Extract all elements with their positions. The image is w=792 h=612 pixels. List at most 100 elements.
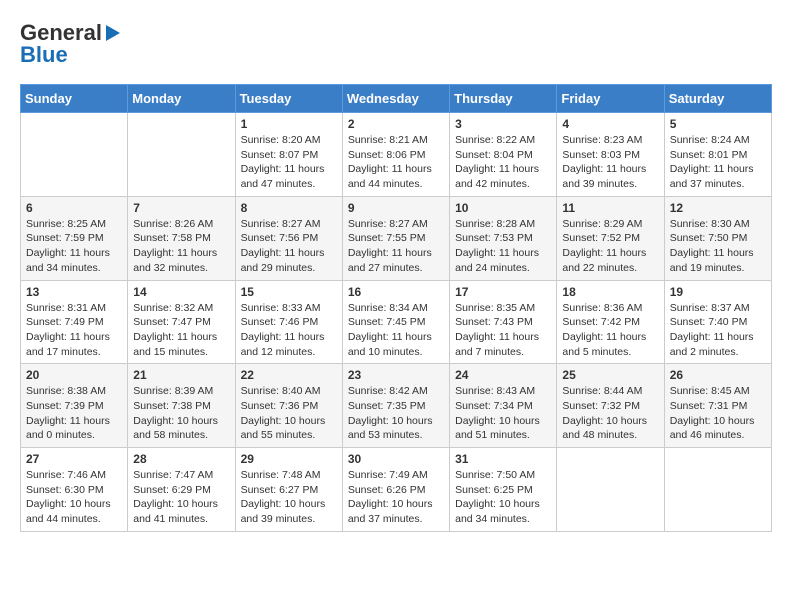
day-number: 25 bbox=[562, 368, 658, 382]
day-number: 14 bbox=[133, 285, 229, 299]
day-info: Sunrise: 8:44 AMSunset: 7:32 PMDaylight:… bbox=[562, 384, 658, 443]
calendar-cell bbox=[128, 113, 235, 197]
day-info: Sunrise: 7:50 AMSunset: 6:25 PMDaylight:… bbox=[455, 468, 551, 527]
day-info: Sunrise: 7:49 AMSunset: 6:26 PMDaylight:… bbox=[348, 468, 444, 527]
day-number: 8 bbox=[241, 201, 337, 215]
calendar-cell: 27 Sunrise: 7:46 AMSunset: 6:30 PMDayligh… bbox=[21, 448, 128, 532]
weekday-header-thursday: Thursday bbox=[450, 85, 557, 113]
day-info: Sunrise: 7:46 AMSunset: 6:30 PMDaylight:… bbox=[26, 468, 122, 527]
day-number: 30 bbox=[348, 452, 444, 466]
logo: General Blue bbox=[20, 20, 120, 68]
day-number: 27 bbox=[26, 452, 122, 466]
day-info: Sunrise: 8:35 AMSunset: 7:43 PMDaylight:… bbox=[455, 301, 551, 360]
day-number: 11 bbox=[562, 201, 658, 215]
calendar-cell: 2 Sunrise: 8:21 AMSunset: 8:06 PMDaylight… bbox=[342, 113, 449, 197]
logo-blue: Blue bbox=[20, 42, 68, 68]
day-number: 9 bbox=[348, 201, 444, 215]
day-info: Sunrise: 8:27 AMSunset: 7:56 PMDaylight:… bbox=[241, 217, 337, 276]
day-info: Sunrise: 8:20 AMSunset: 8:07 PMDaylight:… bbox=[241, 133, 337, 192]
day-number: 1 bbox=[241, 117, 337, 131]
day-info: Sunrise: 8:26 AMSunset: 7:58 PMDaylight:… bbox=[133, 217, 229, 276]
day-number: 16 bbox=[348, 285, 444, 299]
weekday-header-friday: Friday bbox=[557, 85, 664, 113]
day-number: 26 bbox=[670, 368, 766, 382]
day-number: 5 bbox=[670, 117, 766, 131]
calendar-cell: 10 Sunrise: 8:28 AMSunset: 7:53 PMDayligh… bbox=[450, 196, 557, 280]
day-number: 18 bbox=[562, 285, 658, 299]
day-info: Sunrise: 8:37 AMSunset: 7:40 PMDaylight:… bbox=[670, 301, 766, 360]
calendar-cell: 23 Sunrise: 8:42 AMSunset: 7:35 PMDayligh… bbox=[342, 364, 449, 448]
calendar-table: SundayMondayTuesdayWednesdayThursdayFrid… bbox=[20, 84, 772, 532]
day-info: Sunrise: 8:24 AMSunset: 8:01 PMDaylight:… bbox=[670, 133, 766, 192]
day-number: 24 bbox=[455, 368, 551, 382]
day-number: 2 bbox=[348, 117, 444, 131]
day-number: 10 bbox=[455, 201, 551, 215]
weekday-header-tuesday: Tuesday bbox=[235, 85, 342, 113]
day-number: 15 bbox=[241, 285, 337, 299]
calendar-cell: 3 Sunrise: 8:22 AMSunset: 8:04 PMDaylight… bbox=[450, 113, 557, 197]
day-info: Sunrise: 8:23 AMSunset: 8:03 PMDaylight:… bbox=[562, 133, 658, 192]
calendar-cell: 30 Sunrise: 7:49 AMSunset: 6:26 PMDayligh… bbox=[342, 448, 449, 532]
calendar-cell: 20 Sunrise: 8:38 AMSunset: 7:39 PMDayligh… bbox=[21, 364, 128, 448]
day-number: 6 bbox=[26, 201, 122, 215]
calendar-week-2: 6 Sunrise: 8:25 AMSunset: 7:59 PMDaylight… bbox=[21, 196, 772, 280]
day-info: Sunrise: 8:27 AMSunset: 7:55 PMDaylight:… bbox=[348, 217, 444, 276]
day-info: Sunrise: 8:38 AMSunset: 7:39 PMDaylight:… bbox=[26, 384, 122, 443]
weekday-header-sunday: Sunday bbox=[21, 85, 128, 113]
day-number: 22 bbox=[241, 368, 337, 382]
calendar-cell: 29Sunrise: 7:48 AMSunset: 6:27 PMDayligh… bbox=[235, 448, 342, 532]
day-info: Sunrise: 7:48 AMSunset: 6:27 PMDaylight:… bbox=[241, 468, 337, 527]
day-info: Sunrise: 8:43 AMSunset: 7:34 PMDaylight:… bbox=[455, 384, 551, 443]
day-info: Sunrise: 8:25 AMSunset: 7:59 PMDaylight:… bbox=[26, 217, 122, 276]
day-number: 23 bbox=[348, 368, 444, 382]
page-header: General Blue bbox=[20, 20, 772, 68]
calendar-header-row: SundayMondayTuesdayWednesdayThursdayFrid… bbox=[21, 85, 772, 113]
day-number: 4 bbox=[562, 117, 658, 131]
day-info: Sunrise: 8:32 AMSunset: 7:47 PMDaylight:… bbox=[133, 301, 229, 360]
day-info: Sunrise: 8:36 AMSunset: 7:42 PMDaylight:… bbox=[562, 301, 658, 360]
day-info: Sunrise: 8:28 AMSunset: 7:53 PMDaylight:… bbox=[455, 217, 551, 276]
calendar-cell: 18 Sunrise: 8:36 AMSunset: 7:42 PMDayligh… bbox=[557, 280, 664, 364]
weekday-header-monday: Monday bbox=[128, 85, 235, 113]
calendar-cell: 24 Sunrise: 8:43 AMSunset: 7:34 PMDayligh… bbox=[450, 364, 557, 448]
day-number: 17 bbox=[455, 285, 551, 299]
calendar-cell: 16Sunrise: 8:34 AMSunset: 7:45 PMDayligh… bbox=[342, 280, 449, 364]
calendar-cell: 8 Sunrise: 8:27 AMSunset: 7:56 PMDaylight… bbox=[235, 196, 342, 280]
day-number: 3 bbox=[455, 117, 551, 131]
calendar-cell: 6 Sunrise: 8:25 AMSunset: 7:59 PMDaylight… bbox=[21, 196, 128, 280]
day-number: 20 bbox=[26, 368, 122, 382]
day-number: 21 bbox=[133, 368, 229, 382]
day-info: Sunrise: 8:40 AMSunset: 7:36 PMDaylight:… bbox=[241, 384, 337, 443]
day-number: 31 bbox=[455, 452, 551, 466]
calendar-week-5: 27 Sunrise: 7:46 AMSunset: 6:30 PMDayligh… bbox=[21, 448, 772, 532]
day-number: 19 bbox=[670, 285, 766, 299]
day-info: Sunrise: 7:47 AMSunset: 6:29 PMDaylight:… bbox=[133, 468, 229, 527]
day-info: Sunrise: 8:39 AMSunset: 7:38 PMDaylight:… bbox=[133, 384, 229, 443]
calendar-cell: 13Sunrise: 8:31 AMSunset: 7:49 PMDayligh… bbox=[21, 280, 128, 364]
calendar-cell bbox=[21, 113, 128, 197]
calendar-cell: 21 Sunrise: 8:39 AMSunset: 7:38 PMDayligh… bbox=[128, 364, 235, 448]
calendar-cell: 26Sunrise: 8:45 AMSunset: 7:31 PMDayligh… bbox=[664, 364, 771, 448]
calendar-week-1: 1 Sunrise: 8:20 AMSunset: 8:07 PMDaylight… bbox=[21, 113, 772, 197]
calendar-week-4: 20 Sunrise: 8:38 AMSunset: 7:39 PMDayligh… bbox=[21, 364, 772, 448]
logo-arrow-icon bbox=[106, 25, 120, 41]
weekday-header-wednesday: Wednesday bbox=[342, 85, 449, 113]
calendar-week-3: 13Sunrise: 8:31 AMSunset: 7:49 PMDayligh… bbox=[21, 280, 772, 364]
day-info: Sunrise: 8:31 AMSunset: 7:49 PMDaylight:… bbox=[26, 301, 122, 360]
calendar-cell: 5 Sunrise: 8:24 AMSunset: 8:01 PMDaylight… bbox=[664, 113, 771, 197]
day-info: Sunrise: 8:22 AMSunset: 8:04 PMDaylight:… bbox=[455, 133, 551, 192]
weekday-header-saturday: Saturday bbox=[664, 85, 771, 113]
calendar-cell: 31 Sunrise: 7:50 AMSunset: 6:25 PMDayligh… bbox=[450, 448, 557, 532]
calendar-cell: 19 Sunrise: 8:37 AMSunset: 7:40 PMDayligh… bbox=[664, 280, 771, 364]
day-info: Sunrise: 8:21 AMSunset: 8:06 PMDaylight:… bbox=[348, 133, 444, 192]
calendar-cell: 17 Sunrise: 8:35 AMSunset: 7:43 PMDayligh… bbox=[450, 280, 557, 364]
calendar-cell: 22 Sunrise: 8:40 AMSunset: 7:36 PMDayligh… bbox=[235, 364, 342, 448]
day-info: Sunrise: 8:30 AMSunset: 7:50 PMDaylight:… bbox=[670, 217, 766, 276]
calendar-cell: 25 Sunrise: 8:44 AMSunset: 7:32 PMDayligh… bbox=[557, 364, 664, 448]
day-info: Sunrise: 8:29 AMSunset: 7:52 PMDaylight:… bbox=[562, 217, 658, 276]
calendar-cell bbox=[557, 448, 664, 532]
calendar-cell: 15Sunrise: 8:33 AMSunset: 7:46 PMDayligh… bbox=[235, 280, 342, 364]
day-number: 7 bbox=[133, 201, 229, 215]
calendar-cell: 9 Sunrise: 8:27 AMSunset: 7:55 PMDaylight… bbox=[342, 196, 449, 280]
day-info: Sunrise: 8:42 AMSunset: 7:35 PMDaylight:… bbox=[348, 384, 444, 443]
